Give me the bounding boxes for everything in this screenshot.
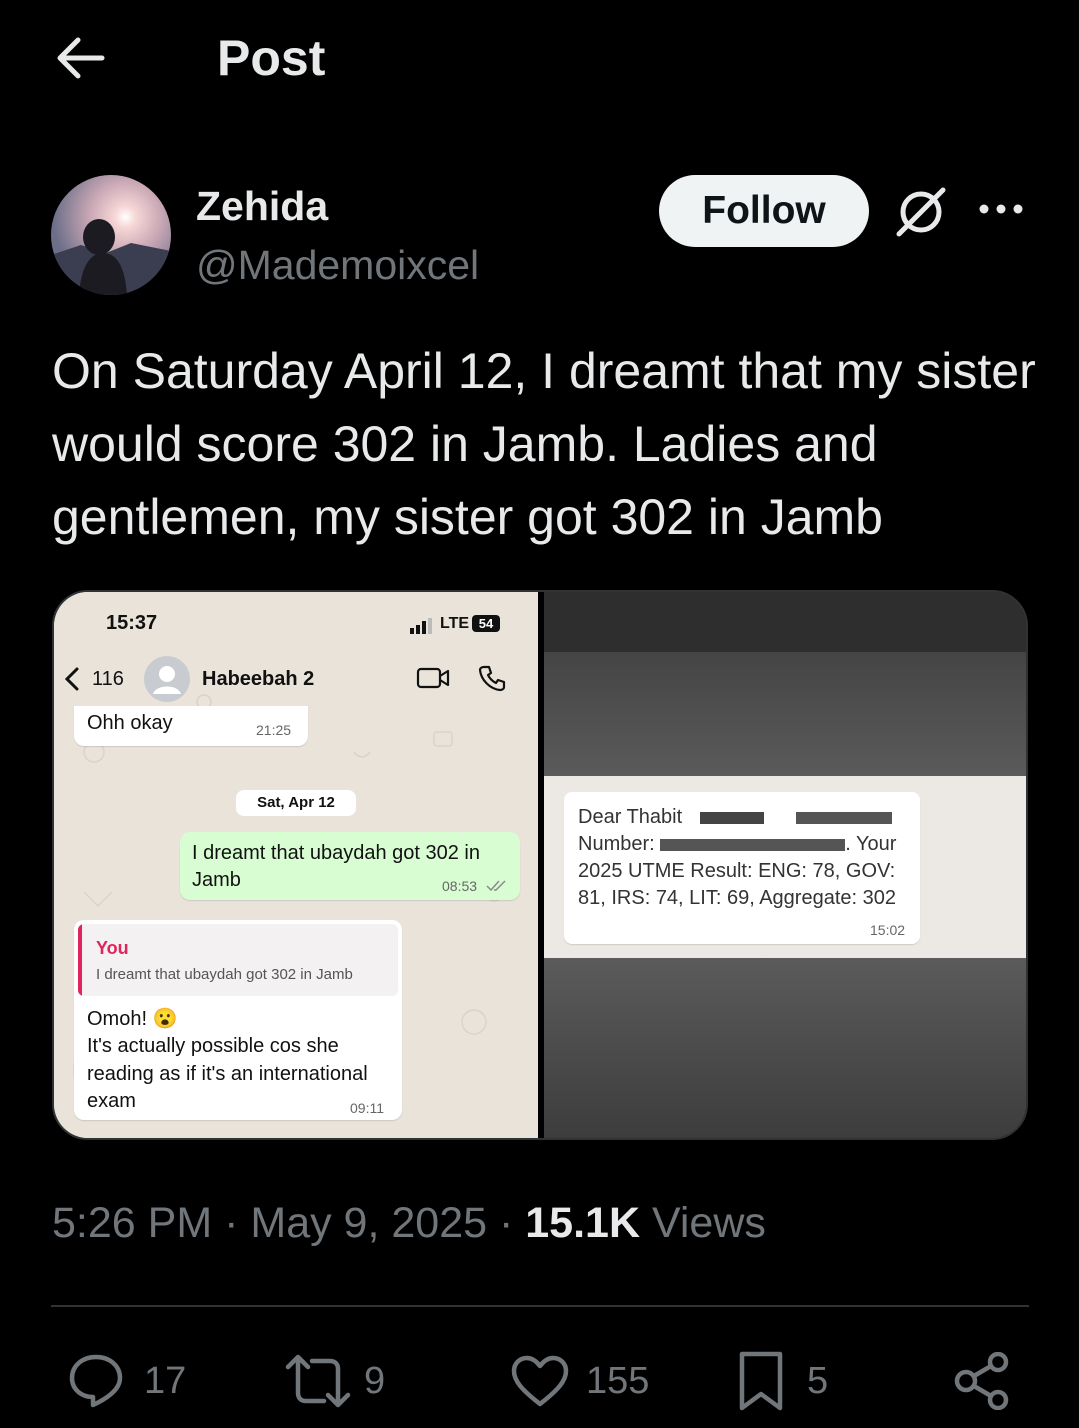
repost-icon xyxy=(285,1354,351,1408)
chevron-left-icon[interactable] xyxy=(64,666,80,692)
post-time: 5:26 PM xyxy=(52,1199,213,1247)
phone-call-icon[interactable] xyxy=(478,664,506,692)
page-title: Post xyxy=(217,30,326,86)
author-name[interactable]: Zehida xyxy=(196,183,328,229)
reply-icon xyxy=(69,1354,123,1408)
meta-separator: · xyxy=(498,1199,514,1247)
contact-avatar-icon[interactable] xyxy=(144,656,190,702)
signal-icon xyxy=(410,618,432,634)
reply-count: 17 xyxy=(144,1359,187,1402)
video-call-icon[interactable] xyxy=(416,666,450,690)
sms-number-label: Number: xyxy=(578,833,655,855)
message-time: 09:11 xyxy=(350,1100,384,1116)
quoted-message[interactable]: You I dreamt that ubaydah got 302 in Jam… xyxy=(78,924,398,996)
network-label: LTE xyxy=(440,615,470,632)
tweet-text: On Saturday April 12, I dreamt that my s… xyxy=(52,343,1036,545)
author-handle[interactable]: @Mademoixcel xyxy=(196,242,479,288)
sms-message[interactable]: Dear Thabit Number: . Your 2025 UTME Res… xyxy=(564,792,920,944)
read-receipt-icon xyxy=(486,880,506,892)
message-line: Omoh! 😮 xyxy=(87,1008,178,1030)
chat-message-reply[interactable]: You I dreamt that ubaydah got 302 in Jam… xyxy=(74,920,402,1120)
repost-button[interactable]: 9 xyxy=(284,1346,385,1416)
divider xyxy=(51,1305,1029,1307)
quote-text: I dreamt that ubaydah got 302 in Jamb xyxy=(96,966,353,983)
like-button[interactable]: 155 xyxy=(510,1346,649,1416)
status-time: 15:37 xyxy=(106,612,158,634)
avatar[interactable] xyxy=(51,175,171,295)
sms-number-suffix: . Your xyxy=(845,833,897,855)
heart-icon xyxy=(511,1355,569,1407)
back-arrow-icon[interactable] xyxy=(52,34,106,82)
tweet-media[interactable]: 15:37 LTE 54 116 Habeebah 2 Ohh okay 21:… xyxy=(52,590,1028,1140)
meta-separator: · xyxy=(224,1199,239,1247)
more-options-icon[interactable] xyxy=(976,194,1026,224)
message-text: Ohh okay xyxy=(87,712,173,734)
back-count[interactable]: 116 xyxy=(92,668,124,691)
like-count: 155 xyxy=(586,1359,650,1402)
post-meta: 5:26 PM · May 9, 2025 · 15.1K Views xyxy=(52,1196,766,1250)
bookmark-count: 5 xyxy=(807,1359,829,1402)
message-time: 08:53 xyxy=(442,878,478,894)
share-button[interactable] xyxy=(954,1346,1010,1416)
sms-greeting: Dear Thabit xyxy=(578,806,683,828)
reply-button[interactable]: 17 xyxy=(66,1346,186,1416)
bookmark-icon xyxy=(739,1351,783,1411)
sms-line: Number: . Your xyxy=(578,831,918,858)
avatar-photo xyxy=(51,175,171,295)
chat-message[interactable]: Ohh okay 21:25 xyxy=(74,706,308,746)
grok-icon[interactable] xyxy=(893,184,949,240)
redaction xyxy=(700,812,764,824)
views-count[interactable]: 15.1K xyxy=(525,1199,640,1247)
bookmark-button[interactable]: 5 xyxy=(737,1346,828,1416)
chat-message-outgoing[interactable]: I dreamt that ubaydah got 302 in Jamb 08… xyxy=(180,832,520,900)
message-time: 15:02 xyxy=(870,922,906,938)
message-line: It's actually possible cos she reading a… xyxy=(87,1035,368,1112)
battery-level: 54 xyxy=(472,615,500,632)
sms-line: Dear Thabit xyxy=(578,804,892,831)
share-icon xyxy=(954,1352,1009,1410)
redaction xyxy=(660,838,846,851)
sms-screenshot[interactable]: Dear Thabit Number: . Your 2025 UTME Res… xyxy=(544,592,1026,1138)
redaction xyxy=(796,812,892,824)
sms-result: 2025 UTME Result: ENG: 78, GOV: 81, IRS:… xyxy=(578,860,896,909)
repost-count: 9 xyxy=(364,1359,386,1402)
views-label: Views xyxy=(651,1199,766,1247)
reply-bar xyxy=(78,924,82,996)
date-chip: Sat, Apr 12 xyxy=(236,790,356,816)
chat-screenshot[interactable]: 15:37 LTE 54 116 Habeebah 2 Ohh okay 21:… xyxy=(54,592,538,1138)
post-date: May 9, 2025 xyxy=(250,1199,488,1247)
quote-author: You xyxy=(96,938,129,958)
contact-name[interactable]: Habeebah 2 xyxy=(202,668,314,691)
message-time: 21:25 xyxy=(256,722,292,738)
follow-button[interactable]: Follow xyxy=(659,175,869,247)
